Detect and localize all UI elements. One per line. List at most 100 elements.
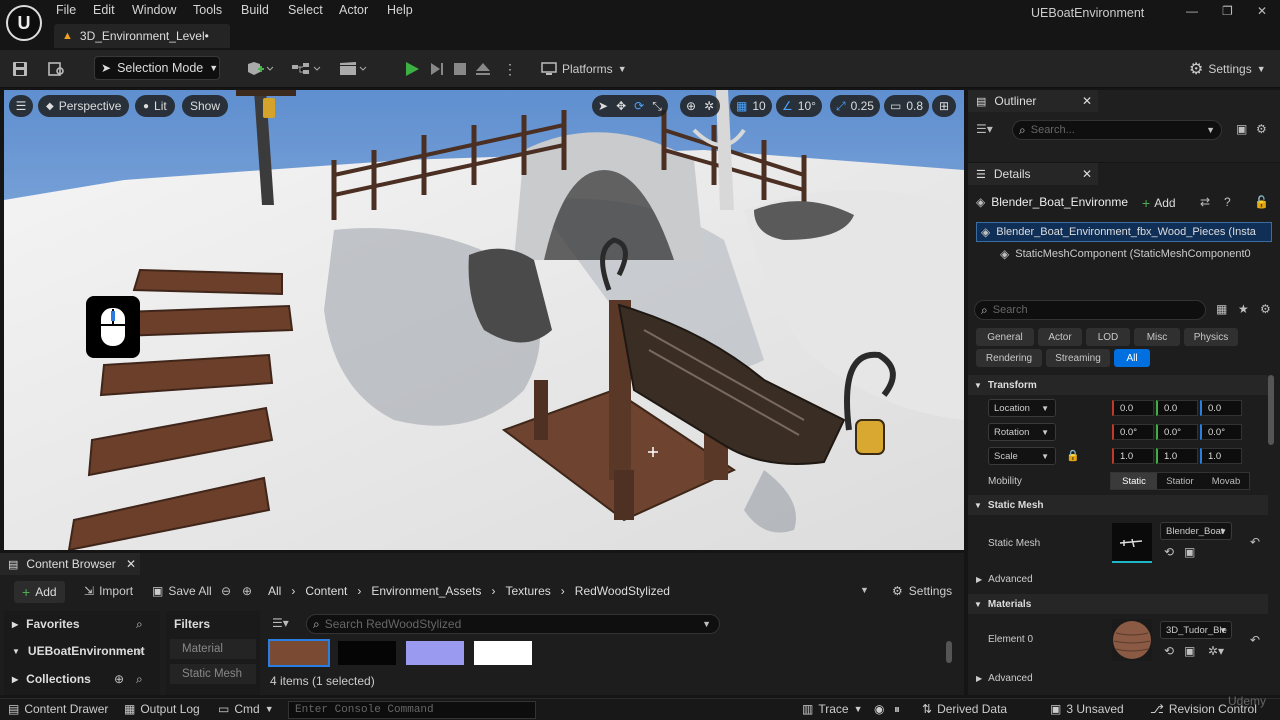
- breadcrumb-content[interactable]: Content: [305, 584, 347, 598]
- tab-outliner[interactable]: ▤ Outliner ✕: [968, 90, 1098, 112]
- content-drawer-button[interactable]: ▤ Content Drawer: [8, 702, 108, 716]
- unsaved-button[interactable]: ▣ 3 Unsaved: [1050, 702, 1124, 716]
- rotation-z-field[interactable]: 0.0°: [1200, 424, 1242, 440]
- menu-help[interactable]: Help: [387, 3, 413, 19]
- menu-select[interactable]: Select: [288, 3, 323, 19]
- browse-asset-icon[interactable]: ▣: [1184, 644, 1195, 658]
- grid-snap-button[interactable]: ▦ 10: [730, 95, 772, 117]
- breadcrumb-textures[interactable]: Textures: [505, 584, 550, 598]
- filter-rendering[interactable]: Rendering: [976, 349, 1042, 367]
- cb-add-button[interactable]: + Add: [14, 581, 65, 603]
- close-window-icon[interactable]: ✕: [1257, 4, 1267, 18]
- filter-streaming[interactable]: Streaming: [1046, 349, 1110, 367]
- pause-icon[interactable]: ⏸: [894, 702, 900, 717]
- show-button[interactable]: Show: [182, 95, 229, 117]
- rotation-snap-button[interactable]: ∠ 10°: [776, 95, 822, 117]
- menu-edit[interactable]: Edit: [93, 3, 115, 19]
- add-collection-icon[interactable]: ⊕: [114, 672, 124, 686]
- maximize-viewport-icon[interactable]: ⊞: [932, 95, 956, 117]
- derived-data-button[interactable]: ⇅ Derived Data: [922, 702, 1007, 716]
- tab-details[interactable]: ☰ Details ✕: [968, 163, 1098, 185]
- use-selected-icon[interactable]: ⟲: [1164, 644, 1174, 658]
- settings-gear-icon[interactable]: ⚙: [1256, 122, 1267, 136]
- filter-icon[interactable]: ☰▾: [976, 122, 993, 136]
- cb-settings-button[interactable]: ⚙ Settings: [892, 584, 952, 598]
- reset-arrow-icon[interactable]: ↶: [1250, 633, 1260, 647]
- cb-save-all-button[interactable]: ▣ Save All: [152, 584, 212, 598]
- trace-button[interactable]: ▥ Trace ▼: [802, 702, 863, 716]
- transform-tools[interactable]: ➤ ✥ ⟳ ⤡: [592, 95, 668, 117]
- rotate-tool-icon[interactable]: ⟳: [634, 99, 644, 113]
- asset-thumbnail-white[interactable]: [474, 641, 532, 665]
- location-z-field[interactable]: 0.0: [1200, 400, 1242, 416]
- breadcrumb-all[interactable]: All: [268, 584, 281, 598]
- menu-tools[interactable]: Tools: [193, 3, 222, 19]
- filter-icon[interactable]: ☰▾: [272, 616, 289, 630]
- search-icon[interactable]: ⌕: [136, 644, 143, 659]
- menu-actor[interactable]: Actor: [339, 3, 368, 19]
- collections-row[interactable]: ▶ Collections: [12, 672, 91, 686]
- filter-lod[interactable]: LOD: [1086, 328, 1130, 346]
- camera-speed-button[interactable]: ▭ 0.8: [884, 95, 930, 117]
- location-dropdown[interactable]: Location ▼: [988, 399, 1056, 417]
- materials-section-header[interactable]: ▼ Materials: [968, 594, 1268, 614]
- chevron-down-icon[interactable]: ▼: [860, 585, 869, 595]
- component-root-row[interactable]: ◈ Blender_Boat_Environment_fbx_Wood_Piec…: [976, 222, 1272, 242]
- maximize-icon[interactable]: ❐: [1222, 4, 1233, 18]
- static-mesh-thumbnail[interactable]: [1112, 523, 1152, 563]
- help-icon[interactable]: ?: [1224, 195, 1231, 209]
- reset-arrow-icon[interactable]: ↶: [1250, 535, 1260, 549]
- selection-mode-dropdown[interactable]: ➤ Selection Mode ▼: [94, 56, 220, 80]
- perspective-button[interactable]: ◆ Perspective: [38, 95, 130, 117]
- close-icon[interactable]: ✕: [1082, 167, 1092, 181]
- use-selected-icon[interactable]: ⟲: [1164, 545, 1174, 559]
- rotation-dropdown[interactable]: Rotation ▼: [988, 423, 1056, 441]
- scale-x-field[interactable]: 1.0: [1112, 448, 1154, 464]
- advanced-row[interactable]: ▶ Advanced: [976, 673, 1033, 684]
- minimize-icon[interactable]: —: [1186, 4, 1198, 18]
- close-icon[interactable]: ✕: [1082, 94, 1092, 108]
- project-row[interactable]: ▼ UEBoatEnvironment: [12, 644, 145, 658]
- coordinate-tools[interactable]: ⊕ ✲: [680, 95, 721, 117]
- filter-physics[interactable]: Physics: [1184, 328, 1238, 346]
- mobility-stationary[interactable]: Statior: [1157, 473, 1203, 489]
- tab-content-browser[interactable]: ▤ Content Browser ✕: [0, 553, 140, 575]
- scale-y-field[interactable]: 1.0: [1156, 448, 1198, 464]
- details-scrollbar[interactable]: [1268, 375, 1274, 445]
- outliner-search-input[interactable]: ⌕ Search... ▼: [1012, 120, 1222, 140]
- level-viewport[interactable]: ☰ ◆ Perspective ● Lit Show ➤ ✥ ⟳ ⤡ ⊕ ✲ ▦…: [4, 90, 964, 550]
- lit-button[interactable]: ● Lit: [135, 95, 175, 117]
- star-icon[interactable]: ★: [1238, 302, 1249, 316]
- menu-file[interactable]: File: [56, 3, 76, 19]
- cmd-dropdown[interactable]: ▭ Cmd ▼: [218, 702, 274, 716]
- forward-arrow-icon[interactable]: ⊕: [242, 584, 252, 598]
- blueprint-icon[interactable]: [291, 57, 323, 81]
- stop-icon[interactable]: [453, 57, 467, 81]
- scale-lock-icon[interactable]: 🔒: [1066, 449, 1080, 462]
- location-y-field[interactable]: 0.0: [1156, 400, 1198, 416]
- filter-misc[interactable]: Misc: [1134, 328, 1180, 346]
- add-component-button[interactable]: + Add: [1136, 193, 1182, 213]
- cb-search-input[interactable]: ⌕ Search RedWoodStylized ▼: [306, 614, 720, 634]
- save-icon[interactable]: [12, 57, 28, 81]
- mobility-toggle[interactable]: Static Statior Movab: [1110, 472, 1250, 490]
- material-dropdown[interactable]: 3D_Tudor_Ble ▼: [1160, 621, 1232, 639]
- translate-tool-icon[interactable]: ✥: [616, 99, 626, 113]
- component-child-row[interactable]: ◈ StaticMeshComponent (StaticMeshCompone…: [1000, 245, 1270, 263]
- menu-window[interactable]: Window: [132, 3, 176, 19]
- details-search-input[interactable]: ⌕ Search: [974, 300, 1206, 320]
- console-input[interactable]: Enter Console Command: [288, 701, 536, 719]
- surface-snap-icon[interactable]: ✲: [704, 99, 714, 113]
- play-options-icon[interactable]: ⋮: [503, 57, 517, 81]
- unreal-logo-icon[interactable]: U: [6, 5, 42, 41]
- transform-section-header[interactable]: ▼ Transform: [968, 375, 1268, 395]
- filter-actor[interactable]: Actor: [1038, 328, 1082, 346]
- select-tool-icon[interactable]: ➤: [598, 99, 608, 113]
- mobility-static[interactable]: Static: [1111, 473, 1157, 489]
- breadcrumb-environment-assets[interactable]: Environment_Assets: [371, 584, 481, 598]
- close-icon[interactable]: ✕: [126, 557, 136, 571]
- cb-import-button[interactable]: ⇲ Import: [84, 584, 133, 598]
- browse-asset-icon[interactable]: ▣: [1184, 545, 1195, 559]
- filter-static-mesh[interactable]: Static Mesh: [170, 664, 256, 684]
- menu-build[interactable]: Build: [241, 3, 269, 19]
